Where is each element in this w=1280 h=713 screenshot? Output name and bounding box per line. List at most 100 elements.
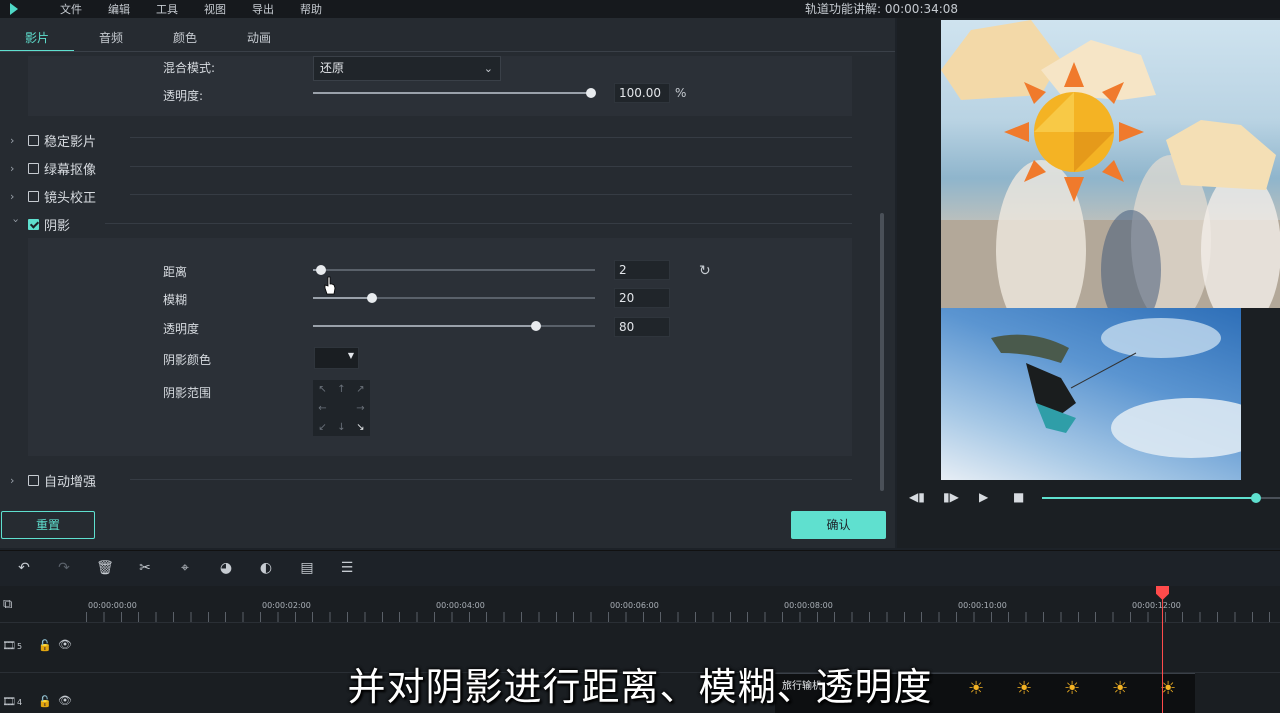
green-screen-icon[interactable]: ▤ — [298, 560, 316, 576]
blur-label: 模糊 — [163, 293, 188, 307]
preview-progress-handle[interactable] — [1251, 493, 1261, 503]
reset-icon[interactable]: ↻ — [699, 263, 711, 279]
shadow-opacity-slider-fill — [313, 325, 536, 327]
blur-slider-fill — [313, 297, 373, 299]
opacity-slider[interactable] — [313, 88, 596, 98]
lock-icon[interactable]: 🔓 — [38, 639, 52, 652]
app-window: 文件 编辑 工具 视图 导出 帮助 轨道功能讲解: 00:00:34:08 影片… — [0, 0, 1280, 713]
speed-icon[interactable]: ◕ — [217, 560, 235, 576]
tab-color[interactable]: 颜色 — [148, 26, 222, 52]
redo-icon[interactable]: ↷ — [55, 560, 73, 576]
video-subtitle: 并对阴影进行距离、模糊、透明度 — [347, 665, 933, 709]
tab-video[interactable]: 影片 — [0, 26, 74, 52]
tick-label: 00:00:08:00 — [784, 601, 833, 610]
step-forward-icon[interactable]: ▮▶ — [943, 490, 959, 504]
preview-pip-frame — [991, 318, 1241, 458]
arrow-up-left-icon[interactable]: ↖ — [313, 380, 332, 399]
cut-icon[interactable]: ✂ — [136, 560, 154, 576]
preview-pip-video[interactable] — [941, 308, 1241, 480]
divider — [130, 166, 852, 167]
reset-button[interactable]: 重置 — [1, 511, 95, 539]
arrow-left-icon[interactable]: ← — [313, 399, 332, 418]
arrow-down-icon[interactable]: ↓ — [332, 418, 351, 437]
lens-correction-checkbox[interactable] — [28, 190, 39, 202]
distance-slider[interactable] — [313, 265, 595, 275]
menu-help[interactable]: 帮助 — [300, 1, 322, 17]
arrow-down-left-icon[interactable]: ↙ — [313, 418, 332, 437]
shadow-opacity-label: 透明度 — [163, 322, 200, 336]
step-back-icon[interactable]: ◀▮ — [909, 490, 925, 504]
film-icon: 🎞 — [2, 639, 16, 652]
tick-label: 00:00:10:00 — [958, 601, 1007, 610]
ok-button[interactable]: 确认 — [791, 511, 886, 539]
edit-panel: 影片 音频 颜色 动画 混合模式: 还原 ⌄ 透明度: 100.00 % › 稳… — [0, 18, 895, 548]
auto-enhance-checkbox[interactable] — [28, 474, 39, 486]
arrow-up-icon[interactable]: ↑ — [332, 380, 351, 399]
blur-slider[interactable] — [313, 293, 595, 303]
menu-export[interactable]: 导出 — [252, 1, 274, 17]
edit-tabs: 影片 音频 颜色 动画 — [0, 26, 296, 52]
stabilize-checkbox[interactable] — [28, 134, 39, 146]
panel-scrollbar[interactable] — [880, 213, 884, 491]
section-green-screen[interactable]: › 绿幕抠像 — [10, 158, 96, 178]
project-timecode: 轨道功能讲解: 00:00:34:08 — [805, 2, 959, 16]
shadow-opacity-input[interactable]: 80 — [614, 317, 670, 337]
opacity-unit: % — [675, 86, 687, 100]
menu-tools[interactable]: 工具 — [156, 1, 178, 17]
section-lens-correction[interactable]: › 镜头校正 — [10, 186, 96, 206]
tick-label: 00:00:12:00 — [1132, 601, 1181, 610]
chevron-down-icon: ⌄ — [483, 62, 493, 75]
stop-icon[interactable]: ■ — [1013, 490, 1024, 504]
eye-icon[interactable]: 👁 — [58, 638, 72, 651]
menu-file[interactable]: 文件 — [60, 1, 82, 17]
divider — [130, 194, 852, 195]
tabs-divider — [0, 51, 895, 52]
adjust-icon[interactable]: ☰ — [338, 560, 356, 576]
tick-label: 00:00:04:00 — [436, 601, 485, 610]
section-shadow-label: 阴影 — [44, 218, 71, 234]
arrow-up-right-icon[interactable]: ↗ — [351, 380, 370, 399]
shadow-color-picker[interactable]: ▼ — [314, 347, 359, 369]
preview-main-video[interactable] — [941, 20, 1280, 308]
menu-edit[interactable]: 编辑 — [108, 1, 130, 17]
blend-mode-label: 混合模式: — [163, 61, 216, 75]
section-stabilize[interactable]: › 稳定影片 — [10, 130, 96, 150]
shadow-opacity-slider[interactable] — [313, 321, 595, 331]
add-track-icon[interactable]: ⧉ — [3, 597, 12, 612]
shadow-checkbox[interactable] — [28, 218, 39, 230]
opacity-slider-handle[interactable] — [586, 88, 596, 98]
opacity-label: 透明度: — [163, 89, 204, 103]
menu-view[interactable]: 视图 — [204, 1, 226, 17]
tab-audio[interactable]: 音频 — [74, 26, 148, 52]
green-screen-checkbox[interactable] — [28, 162, 39, 174]
chevron-right-icon: › — [10, 133, 15, 147]
crop-icon[interactable]: ⌖ — [176, 560, 194, 576]
preview-progress[interactable] — [1042, 497, 1256, 499]
tab-animation[interactable]: 动画 — [222, 26, 296, 52]
arrow-right-icon[interactable]: → — [351, 399, 370, 418]
caret-down-icon: ▼ — [347, 351, 354, 360]
play-icon[interactable]: ▶ — [979, 490, 988, 504]
track-divider — [0, 622, 1280, 623]
color-icon[interactable]: ◐ — [257, 560, 275, 576]
arrow-down-right-icon[interactable]: ↘ — [351, 418, 370, 437]
menu-bar: 文件 编辑 工具 视图 导出 帮助 轨道功能讲解: 00:00:34:08 — [0, 0, 1280, 18]
blur-input[interactable]: 20 — [614, 288, 670, 308]
distance-input[interactable]: 2 — [614, 260, 670, 280]
delete-icon[interactable]: 🗑 — [96, 560, 114, 576]
blend-mode-select[interactable]: 还原 ⌄ — [313, 56, 501, 81]
blend-mode-value: 还原 — [320, 61, 345, 75]
opacity-input[interactable]: 100.00 — [614, 83, 670, 103]
tick-label: 00:00:06:00 — [610, 601, 659, 610]
chevron-right-icon: › — [10, 473, 15, 487]
divider — [130, 137, 852, 138]
section-auto-enhance[interactable]: › 自动增强 — [10, 470, 96, 490]
section-shadow[interactable]: › 阴影 — [9, 214, 71, 234]
section-stabilize-label: 稳定影片 — [44, 134, 97, 150]
shadow-range-label: 阴影范围 — [163, 386, 212, 400]
shadow-direction-grid: ↖ ↑ ↗ ← → ↙ ↓ ↘ — [313, 380, 370, 436]
chevron-down-icon: › — [9, 218, 23, 223]
shadow-opacity-slider-handle[interactable] — [530, 321, 541, 331]
undo-icon[interactable]: ↶ — [15, 560, 33, 576]
preview-main-frame — [941, 20, 1280, 308]
